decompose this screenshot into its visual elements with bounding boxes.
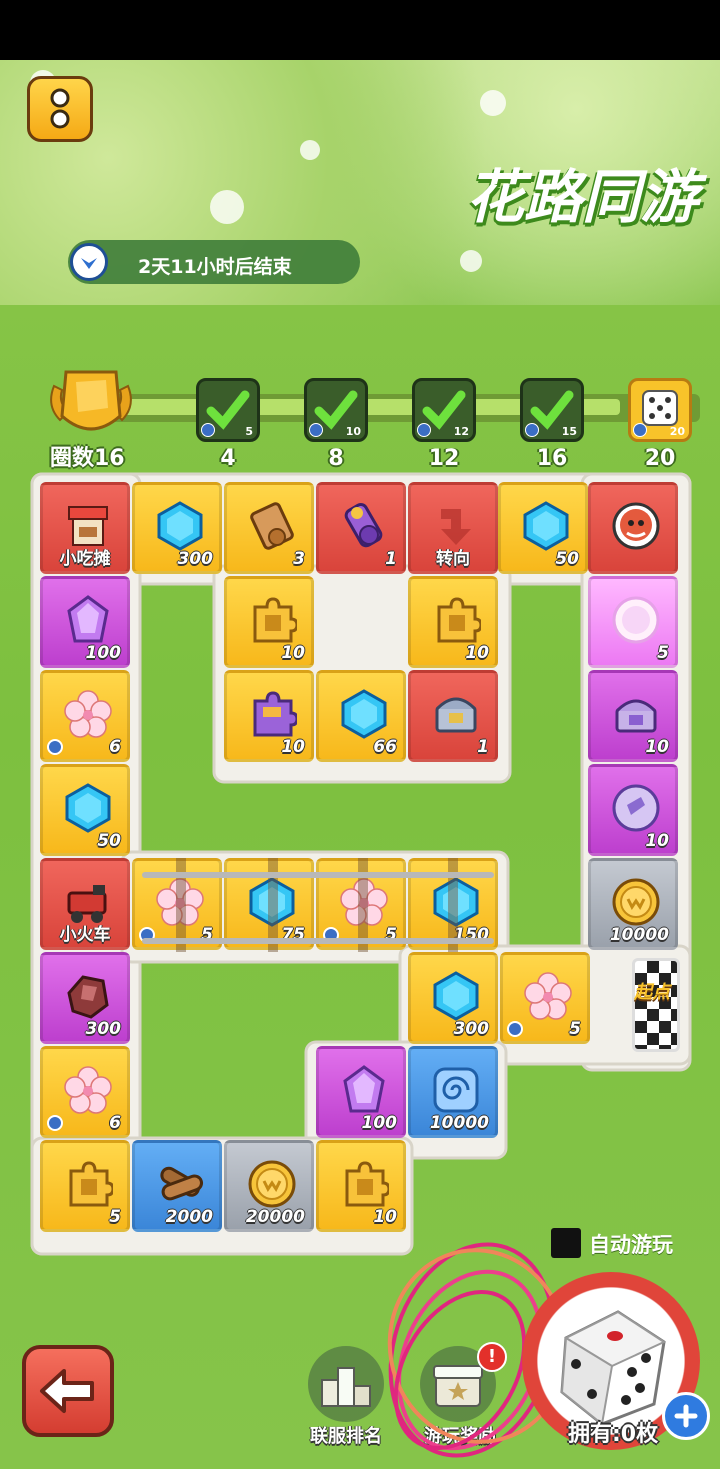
tile-label: 小吃摊: [59, 549, 111, 569]
start-label: 起点: [634, 982, 670, 1003]
tile-value: 10: [465, 643, 489, 663]
tile-value: 300: [85, 1019, 122, 1039]
tile-pink-coin-5: 5: [588, 576, 678, 668]
tile-snack-stand: 小吃摊: [40, 482, 130, 574]
rail-line: [142, 938, 494, 944]
tile-scroll-3: 3: [224, 482, 314, 574]
tile-value: 100: [361, 1113, 398, 1133]
tile-label: 转向: [436, 549, 470, 569]
tile-value: 66: [373, 737, 397, 757]
tile-value: 50: [555, 549, 579, 569]
puzzle-icon: [253, 597, 297, 643]
pink-coin-icon: [612, 596, 660, 644]
gem-icon: [157, 501, 203, 551]
tile-wood-2000: 2000: [132, 1140, 222, 1232]
scroll-icon: [250, 502, 294, 550]
tile-value: 10: [281, 737, 305, 757]
tile-spiral-10000: 10000: [408, 1046, 498, 1138]
tile-gem-50-top: 50: [498, 482, 588, 574]
tile-turn: 转向: [408, 482, 498, 574]
tile-puzzle-10-a: 10: [224, 576, 314, 668]
purple-puzzle-icon: [253, 691, 297, 737]
tile-value: 3: [293, 549, 305, 569]
chest-icon: [435, 697, 477, 733]
ore-icon: [67, 975, 109, 1019]
tile-puzzle-10-c: 10: [316, 1140, 406, 1232]
tile-train: 小火车: [40, 858, 130, 950]
tile-value: 5: [569, 1019, 581, 1039]
flower-icon: [64, 1066, 112, 1114]
puzzle-icon: [69, 1161, 113, 1207]
tile-value: 10: [645, 831, 669, 851]
rail-line: [142, 872, 494, 878]
add-dice-button[interactable]: [662, 1392, 710, 1440]
wood-icon: [160, 1166, 204, 1201]
tile-value: 300: [177, 549, 214, 569]
gem-icon: [433, 971, 479, 1021]
purple-crystal-icon: [343, 1065, 385, 1113]
tile-value: 50: [97, 831, 121, 851]
tile-value: 20000: [245, 1207, 305, 1227]
tile-purple-scroll-1: 1: [316, 482, 406, 574]
tile-label: 小火车: [59, 925, 111, 945]
tile-value: 1: [477, 737, 489, 757]
clock-icon: [47, 1115, 63, 1131]
flower-icon: [524, 972, 572, 1020]
player-avatar-icon: [612, 502, 660, 550]
purple-scroll-icon: [344, 503, 383, 548]
tile-value: 1: [385, 549, 397, 569]
start-tile: [632, 958, 680, 1052]
tile-gem-300: 300: [132, 482, 222, 574]
tile-purple-crystal-100-b: 100: [316, 1046, 406, 1138]
tile-value: 10000: [609, 925, 669, 945]
puzzle-icon: [437, 597, 481, 643]
purple-chest-icon: [615, 699, 657, 733]
tile-value: 300: [453, 1019, 490, 1039]
flower-icon: [64, 690, 112, 738]
tile-flower-6-a: 6: [40, 670, 130, 762]
tile-purple-crystal-100: 100: [40, 576, 130, 668]
tile-value: 100: [85, 643, 122, 663]
gem-icon: [341, 689, 387, 739]
plus-icon: [674, 1404, 698, 1428]
tile-value: 6: [109, 737, 121, 757]
back-button[interactable]: [22, 1345, 114, 1437]
tile-gem-50-left: 50: [40, 764, 130, 856]
puzzle-icon: [345, 1161, 389, 1207]
owned-dice-count: 拥有:0枚: [568, 1422, 659, 1447]
tile-puzzle-10-b: 10: [408, 576, 498, 668]
tile-value: 2000: [165, 1207, 213, 1227]
tile-value: 5: [109, 1207, 121, 1227]
gem-icon: [523, 501, 569, 551]
gold-coin-icon: [612, 878, 660, 926]
tile-ore-300: 300: [40, 952, 130, 1044]
tile-value: 10: [645, 737, 669, 757]
tile-gold-coin-10000: 10000: [588, 858, 678, 950]
tile-chest-1: 1: [408, 670, 498, 762]
purple-crystal-icon: [67, 595, 109, 643]
tile-gem-66: 66: [316, 670, 406, 762]
purple-coin-icon: [612, 784, 660, 832]
tile-purple-puzzle-10: 10: [224, 670, 314, 762]
tile-purple-coin-10: 10: [588, 764, 678, 856]
auto-play-label[interactable]: 自动游玩: [589, 1229, 673, 1259]
tile-value: 6: [109, 1113, 121, 1133]
spiral-icon: [433, 1067, 479, 1113]
tile-value: 5: [657, 643, 669, 663]
tile-value: 10000: [429, 1113, 489, 1133]
tile-value: 10: [281, 643, 305, 663]
tile-puzzle-5: 5: [40, 1140, 130, 1232]
tile-player: [588, 482, 678, 574]
tile-flower-5-start: 5: [500, 952, 590, 1044]
tile-gold-coin-20000: 20000: [224, 1140, 314, 1232]
tile-flower-6-b: 6: [40, 1046, 130, 1138]
tile-purple-chest-10: 10: [588, 670, 678, 762]
clock-icon: [47, 739, 63, 755]
arrow-left-icon: [40, 1369, 94, 1413]
tile-gem-300-b: 300: [408, 952, 498, 1044]
gold-coin-icon: [248, 1160, 296, 1208]
clock-icon: [507, 1021, 523, 1037]
gem-icon: [65, 783, 111, 833]
